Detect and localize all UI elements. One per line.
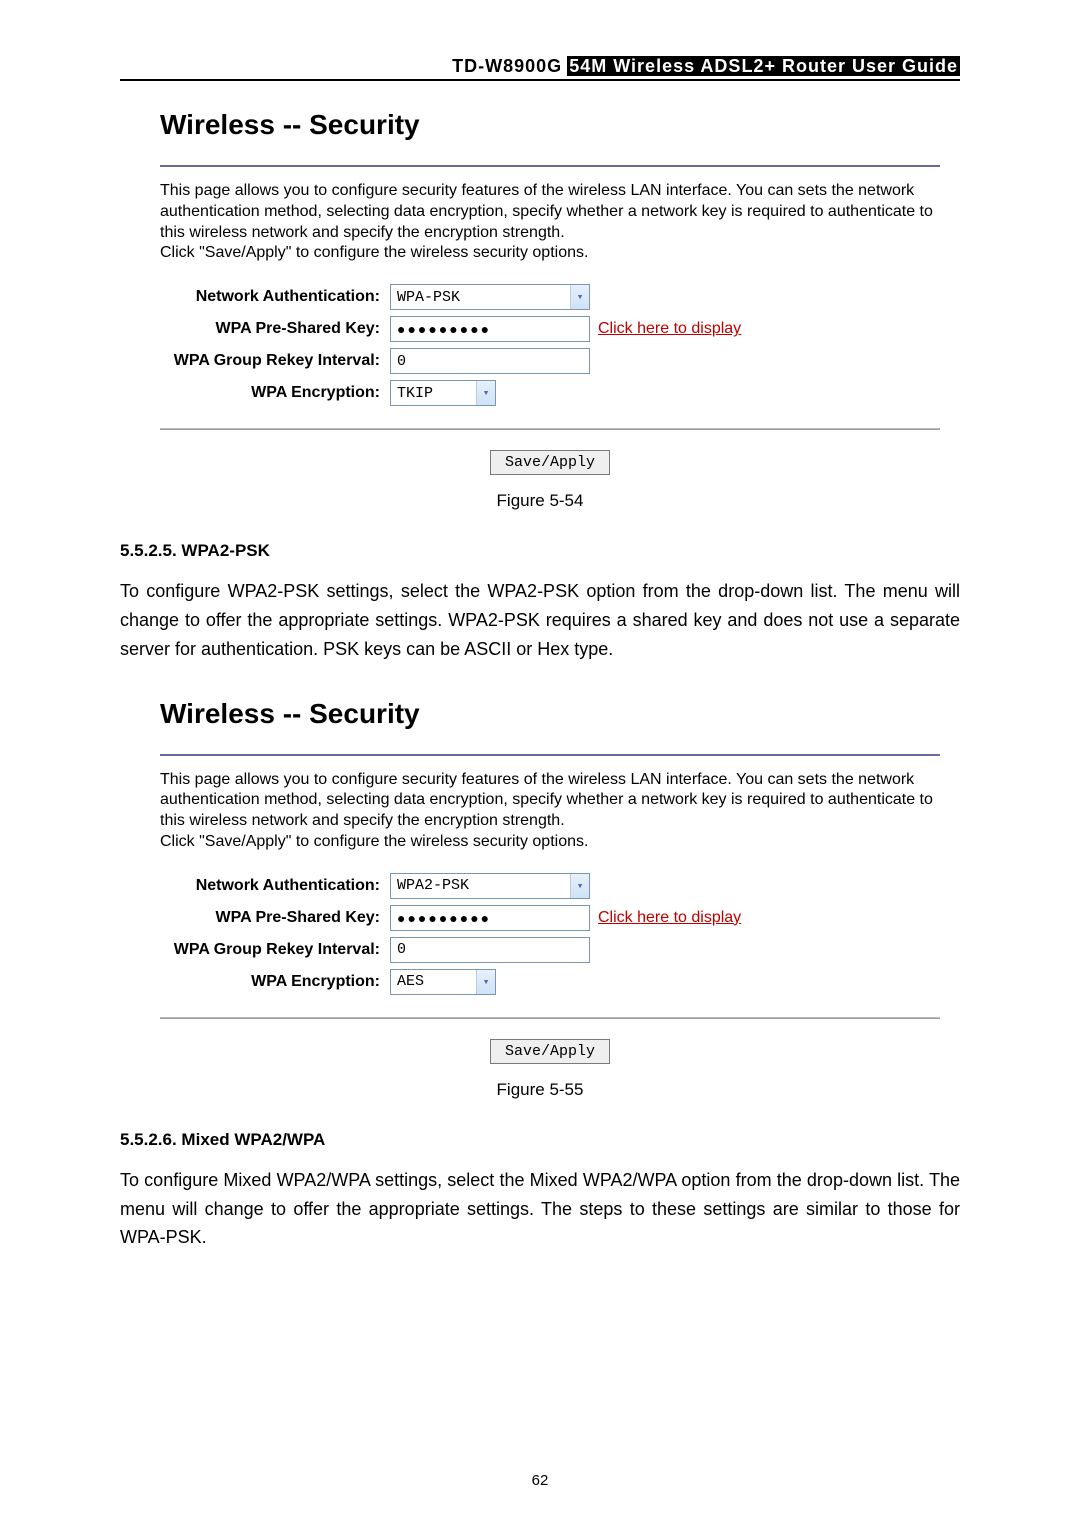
psk-value: ●●●●●●●●● bbox=[397, 910, 491, 926]
display-key-link[interactable]: Click here to display bbox=[598, 909, 741, 927]
chevron-down-icon: ▾ bbox=[570, 285, 589, 309]
chevron-down-icon: ▾ bbox=[570, 874, 589, 898]
save-apply-button[interactable]: Save/Apply bbox=[490, 450, 610, 475]
encryption-value: AES bbox=[397, 973, 424, 990]
chevron-down-icon: ▾ bbox=[476, 970, 495, 994]
figure-caption-2: Figure 5-55 bbox=[120, 1080, 960, 1100]
psk-input[interactable]: ●●●●●●●●● bbox=[390, 316, 590, 342]
label-psk: WPA Pre-Shared Key: bbox=[160, 909, 390, 927]
panel-description: This page allows you to configure securi… bbox=[160, 770, 940, 853]
chevron-down-icon: ▾ bbox=[476, 381, 495, 405]
encryption-value: TKIP bbox=[397, 385, 433, 402]
network-auth-select[interactable]: WPA2-PSK ▾ bbox=[390, 873, 590, 899]
section-body-mixed: To configure Mixed WPA2/WPA settings, se… bbox=[120, 1166, 960, 1252]
label-encryption: WPA Encryption: bbox=[160, 973, 390, 991]
label-psk: WPA Pre-Shared Key: bbox=[160, 320, 390, 338]
label-rekey: WPA Group Rekey Interval: bbox=[160, 352, 390, 370]
rekey-input[interactable]: 0 bbox=[390, 348, 590, 374]
rekey-input[interactable]: 0 bbox=[390, 937, 590, 963]
panel-title: Wireless -- Security bbox=[160, 109, 940, 141]
label-encryption: WPA Encryption: bbox=[160, 384, 390, 402]
save-apply-button[interactable]: Save/Apply bbox=[490, 1039, 610, 1064]
figure-caption-1: Figure 5-54 bbox=[120, 491, 960, 511]
label-network-auth: Network Authentication: bbox=[160, 877, 390, 895]
page-number: 62 bbox=[0, 1472, 1080, 1489]
divider bbox=[160, 428, 940, 429]
encryption-select[interactable]: TKIP ▾ bbox=[390, 380, 496, 406]
psk-input[interactable]: ●●●●●●●●● bbox=[390, 905, 590, 931]
save-row-2: Save/Apply bbox=[160, 1019, 940, 1074]
label-network-auth: Network Authentication: bbox=[160, 288, 390, 306]
header-title: 54M Wireless ADSL2+ Router User Guide bbox=[567, 56, 960, 76]
header-model: TD-W8900G bbox=[452, 56, 562, 76]
wireless-security-panel-1: Wireless -- Security This page allows yo… bbox=[160, 99, 940, 430]
section-heading-wpa2psk: 5.5.2.5. WPA2-PSK bbox=[120, 541, 960, 561]
panel-title: Wireless -- Security bbox=[160, 698, 940, 730]
section-body-wpa2psk: To configure WPA2-PSK settings, select t… bbox=[120, 577, 960, 663]
page-header: TD-W8900G 54M Wireless ADSL2+ Router Use… bbox=[120, 56, 960, 81]
encryption-select[interactable]: AES ▾ bbox=[390, 969, 496, 995]
save-row-1: Save/Apply bbox=[160, 430, 940, 485]
divider bbox=[160, 1017, 940, 1018]
psk-value: ●●●●●●●●● bbox=[397, 321, 491, 337]
rekey-value: 0 bbox=[397, 941, 406, 958]
network-auth-select[interactable]: WPA-PSK ▾ bbox=[390, 284, 590, 310]
label-rekey: WPA Group Rekey Interval: bbox=[160, 941, 390, 959]
rekey-value: 0 bbox=[397, 353, 406, 370]
wireless-security-panel-2: Wireless -- Security This page allows yo… bbox=[160, 688, 940, 1019]
network-auth-value: WPA2-PSK bbox=[397, 877, 469, 894]
network-auth-value: WPA-PSK bbox=[397, 289, 460, 306]
section-heading-mixed: 5.5.2.6. Mixed WPA2/WPA bbox=[120, 1130, 960, 1150]
display-key-link[interactable]: Click here to display bbox=[598, 320, 741, 338]
panel-description: This page allows you to configure securi… bbox=[160, 181, 940, 264]
